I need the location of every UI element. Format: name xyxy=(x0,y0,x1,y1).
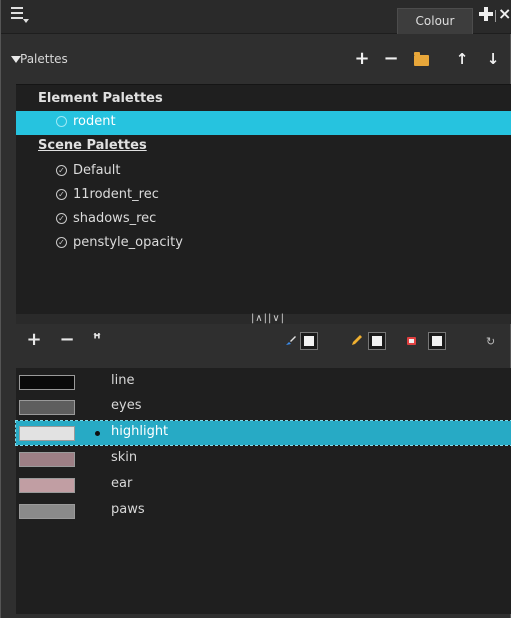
add-colour-button[interactable]: + xyxy=(25,330,43,350)
scene-palettes-header: Scene Palettes xyxy=(38,138,147,153)
palette-check-icon: ✓ xyxy=(56,189,67,200)
colour-row-eyes[interactable]: eyes xyxy=(16,395,511,419)
palette-item-rodent[interactable]: rodent xyxy=(16,111,511,135)
colour-view-panel: Colour × Palettes + − ↑ ↓ Element Palett… xyxy=(0,0,511,618)
palette-name: shadows_rec xyxy=(73,211,157,226)
colour-row-highlight[interactable]: highlight xyxy=(15,420,511,446)
palette-name: 11rodent_rec xyxy=(73,187,159,202)
pencil-icon[interactable] xyxy=(351,334,363,346)
colour-name: ear xyxy=(111,476,133,491)
palette-list: Element Palettes rodent Scene Palettes ✓… xyxy=(16,84,511,314)
splitter-collapse-handle[interactable]: |∧||∨| xyxy=(246,314,290,324)
colour-row-line[interactable]: line xyxy=(16,370,511,394)
title-separator xyxy=(495,10,496,22)
colour-list: line eyes highlight skin ear paws xyxy=(15,368,511,614)
palette-item-11rodent-rec[interactable]: ✓ 11rodent_rec xyxy=(16,184,511,208)
add-palette-button[interactable]: + xyxy=(352,49,372,69)
palette-name: penstyle_opacity xyxy=(73,235,183,250)
colour-name: paws xyxy=(111,502,145,517)
palette-name: rodent xyxy=(73,114,116,129)
palettes-label[interactable]: Palettes xyxy=(20,52,68,66)
close-view-icon[interactable]: × xyxy=(498,5,511,23)
move-palette-down-button[interactable]: ↓ xyxy=(483,49,503,69)
colour-name: eyes xyxy=(111,398,142,413)
colour-name: line xyxy=(111,373,135,388)
palette-item-default[interactable]: ✓ Default xyxy=(16,160,511,184)
paint-colour-swatch[interactable] xyxy=(428,332,446,350)
palette-check-icon: ✓ xyxy=(56,237,67,248)
current-colour-indicator xyxy=(95,431,100,436)
pencil-colour-swatch[interactable] xyxy=(368,332,386,350)
move-palette-up-button[interactable]: ↑ xyxy=(452,49,472,69)
rename-colour-button[interactable]: ꟸ xyxy=(88,330,106,350)
add-view-icon[interactable] xyxy=(479,7,493,21)
colour-swatch xyxy=(19,452,75,467)
colour-row-paws[interactable]: paws xyxy=(16,499,511,523)
panel-splitter[interactable]: |∧||∨| xyxy=(16,314,511,324)
colour-swatch xyxy=(19,426,75,441)
palette-check-icon: ✓ xyxy=(56,165,67,176)
colour-name: skin xyxy=(111,450,138,465)
colour-row-ear[interactable]: ear xyxy=(16,473,511,497)
palette-browser-folder-icon[interactable] xyxy=(414,52,429,66)
palette-item-penstyle-opacity[interactable]: ✓ penstyle_opacity xyxy=(16,232,511,256)
palette-status-icon xyxy=(56,116,67,127)
palettes-header: Palettes + − ↑ ↓ xyxy=(1,47,511,75)
palette-check-icon: ✓ xyxy=(56,213,67,224)
paint-bucket-icon[interactable] xyxy=(406,334,418,346)
colour-swatch xyxy=(19,478,75,493)
title-bar: Colour × xyxy=(1,0,511,34)
element-palettes-header: Element Palettes xyxy=(38,91,163,106)
remove-palette-button[interactable]: − xyxy=(381,49,401,69)
brush-colour-swatch[interactable] xyxy=(300,332,318,350)
palette-name: Default xyxy=(73,163,121,178)
colour-name: highlight xyxy=(111,424,169,439)
link-colours-icon[interactable]: ↻ xyxy=(486,335,498,348)
colour-swatch xyxy=(19,400,75,415)
view-menu-icon[interactable] xyxy=(11,7,29,25)
tab-colour[interactable]: Colour xyxy=(397,8,473,34)
colour-toolbar: + − ꟸ ↻ xyxy=(1,328,511,358)
remove-colour-button[interactable]: − xyxy=(58,330,76,350)
palette-item-shadows-rec[interactable]: ✓ shadows_rec xyxy=(16,208,511,232)
colour-swatch xyxy=(19,504,75,519)
colour-swatch xyxy=(19,375,75,390)
colour-row-skin[interactable]: skin xyxy=(16,447,511,471)
brush-icon[interactable] xyxy=(285,334,297,346)
